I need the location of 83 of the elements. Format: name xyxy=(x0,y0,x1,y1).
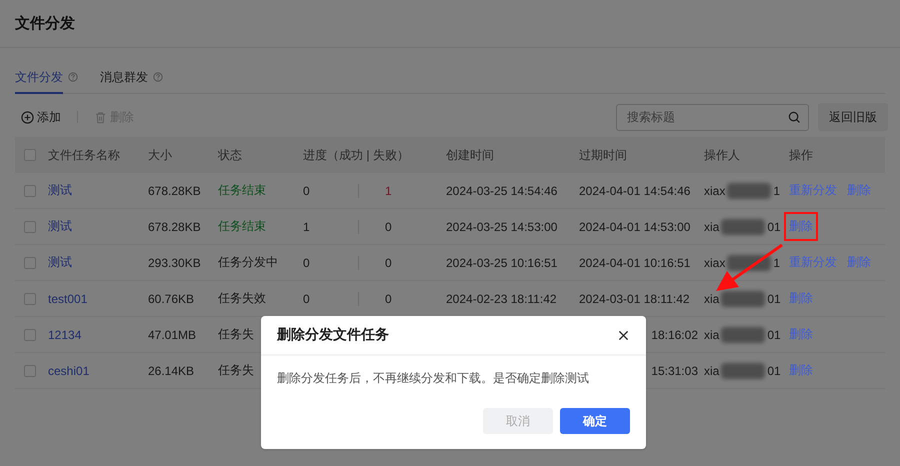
table-cell: 0 xyxy=(303,256,310,270)
table-cell: xia xyxy=(704,220,720,234)
search-icon[interactable] xyxy=(788,110,801,124)
task-name-link[interactable]: 测试 xyxy=(48,218,72,235)
column-header: 过期时间 xyxy=(579,146,627,164)
table-cell: 1 xyxy=(303,220,310,234)
status-text: 任务失 xyxy=(218,362,254,379)
help-icon[interactable] xyxy=(153,72,163,82)
table-cell: 2024-04-01 14:54:46 xyxy=(579,184,690,198)
status-text: 任务结束 xyxy=(218,182,266,199)
table-cell: 2024-03-25 14:53:00 xyxy=(446,220,558,234)
table-cell: xiax xyxy=(704,256,726,270)
table-cell: 01 xyxy=(767,220,781,234)
column-header: 操作人 xyxy=(704,146,740,164)
task-name-link[interactable]: 测试 xyxy=(48,254,72,271)
task-name-link[interactable]: ceshi01 xyxy=(48,364,90,378)
checkbox[interactable] xyxy=(24,364,36,376)
table-cell: 1 xyxy=(385,184,392,198)
column-header: 大小 xyxy=(148,146,172,164)
table-cell: 47.01MB xyxy=(148,328,196,342)
back-to-old-version-button[interactable]: 返回旧版 xyxy=(818,103,888,131)
task-name-link[interactable]: 测试 xyxy=(48,182,72,199)
add-button[interactable]: 添加 xyxy=(15,108,67,126)
dialog-title: 删除分发文件任务 xyxy=(277,326,389,344)
table-cell: 15:31:03 xyxy=(651,364,698,378)
table-cell: 2024-04-01 14:53:00 xyxy=(579,220,690,234)
confirm-button[interactable]: 确定 xyxy=(560,408,630,434)
plus-circle-icon xyxy=(21,110,34,124)
table-cell: 0 xyxy=(385,292,392,306)
column-header: 状态 xyxy=(218,146,242,164)
redaction-blur xyxy=(727,182,772,198)
column-header: 进度（成功 | 失败） xyxy=(303,146,409,164)
table-cell: 1 xyxy=(773,256,780,270)
help-icon[interactable] xyxy=(68,72,78,82)
column-header: 操作 xyxy=(789,146,813,164)
checkbox[interactable] xyxy=(24,184,36,196)
redaction-blur xyxy=(721,290,766,306)
table-cell: 01 xyxy=(767,328,781,342)
table-cell: 678.28KB xyxy=(148,184,201,198)
table-cell: 1 xyxy=(773,184,780,198)
task-name-link[interactable]: test001 xyxy=(48,292,88,306)
status-text: 任务结束 xyxy=(218,218,266,235)
checkbox[interactable] xyxy=(24,292,36,304)
table-cell: 0 xyxy=(385,256,392,270)
close-icon[interactable] xyxy=(618,330,629,340)
search-field[interactable]: 搜索标题 xyxy=(616,104,809,130)
table-cell: 0 xyxy=(385,220,392,234)
table-cell: 2024-02-23 18:11:42 xyxy=(446,292,557,306)
table-cell: 26.14KB xyxy=(148,364,194,378)
table-cell: xia xyxy=(704,292,720,306)
column-header: 文件任务名称 xyxy=(48,146,120,164)
redaction-blur xyxy=(721,218,766,234)
table-cell: xiax xyxy=(704,184,726,198)
table-cell: 2024-04-01 10:16:51 xyxy=(579,256,690,270)
table-cell: 678.28KB xyxy=(148,220,201,234)
trash-icon xyxy=(94,110,107,124)
status-text: 任务失 xyxy=(218,326,254,343)
table-cell: 293.30KB xyxy=(148,256,201,270)
table-cell: 0 xyxy=(303,292,310,306)
redaction-blur xyxy=(721,362,766,378)
table-cell: xia xyxy=(704,364,720,378)
page-title: 文件分发 xyxy=(15,14,75,33)
column-header: 创建时间 xyxy=(446,146,494,164)
dialog-message: 删除分发任务后，不再继续分发和下载。是否确定删除测试 xyxy=(277,371,589,385)
tab[interactable]: 消息群发 xyxy=(100,69,148,94)
status-text: 任务失效 xyxy=(218,290,266,307)
status-text: 任务分发中 xyxy=(218,254,278,271)
tab[interactable]: 文件分发 xyxy=(15,69,63,94)
checkbox[interactable] xyxy=(24,220,36,232)
table-cell: 2024-03-25 14:54:46 xyxy=(446,184,558,198)
checkbox[interactable] xyxy=(24,328,36,340)
table-cell: 2024-03-25 10:16:51 xyxy=(446,256,558,270)
table-cell: 60.76KB xyxy=(148,292,194,306)
table-cell: 0 xyxy=(303,184,310,198)
table-cell: 01 xyxy=(767,292,781,306)
redaction-blur xyxy=(721,326,766,342)
checkbox[interactable] xyxy=(24,256,36,268)
table-cell: 01 xyxy=(767,364,781,378)
table-cell: 2024-03-01 18:11:42 xyxy=(579,292,690,306)
checkbox[interactable] xyxy=(24,149,36,161)
task-name-link[interactable]: 12134 xyxy=(48,328,82,342)
table-cell: 18:16:02 xyxy=(651,328,698,342)
table-cell: xia xyxy=(704,328,720,342)
